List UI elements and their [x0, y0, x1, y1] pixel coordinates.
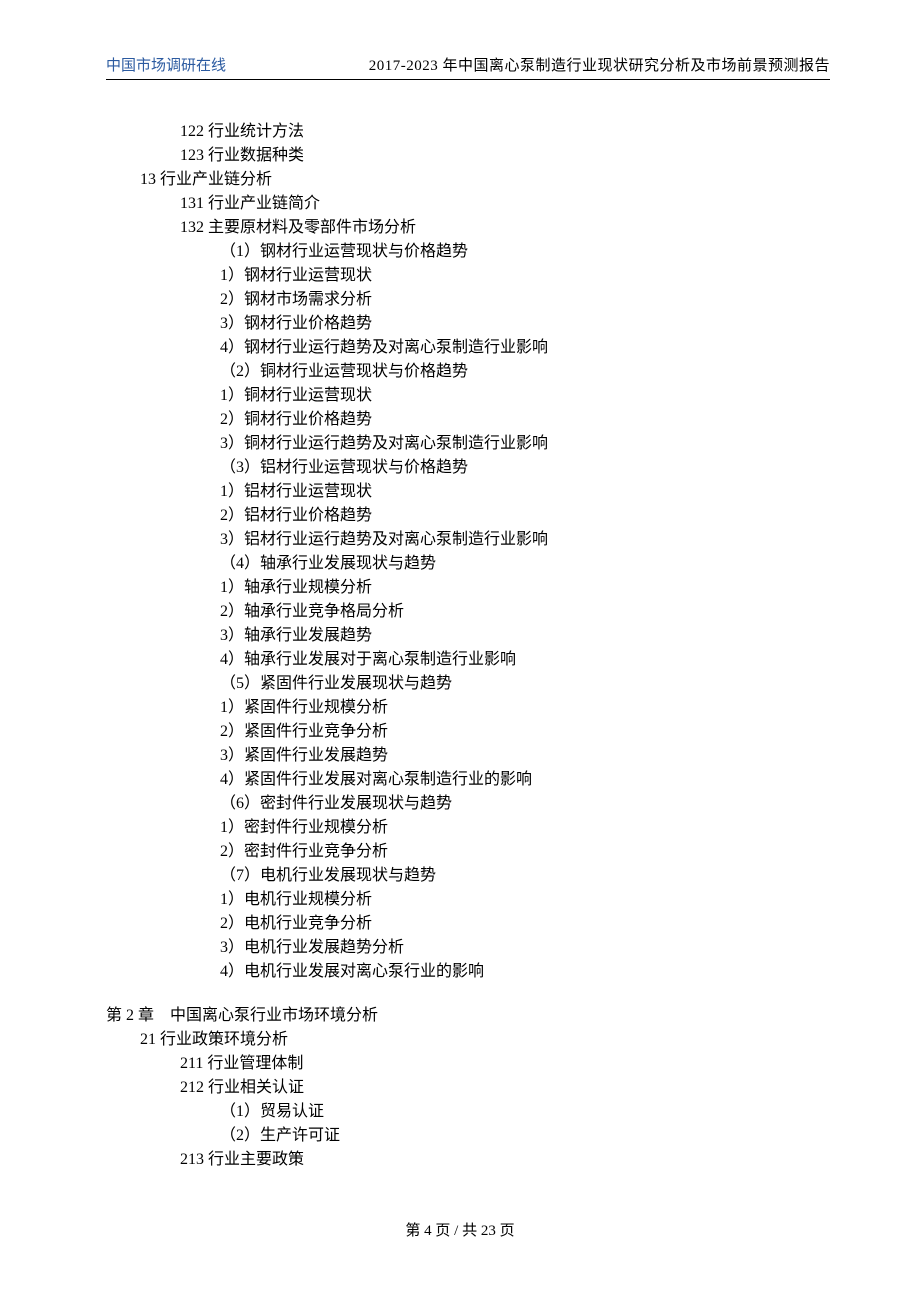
toc-line: （6）密封件行业发展现状与趋势 [106, 792, 830, 816]
toc-line: 2）铝材行业价格趋势 [106, 504, 830, 528]
table-of-contents: 122 行业统计方法123 行业数据种类13 行业产业链分析131 行业产业链简… [106, 120, 830, 1172]
toc-line: 131 行业产业链简介 [106, 192, 830, 216]
page-header: 中国市场调研在线 2017-2023 年中国离心泵制造行业现状研究分析及市场前景… [106, 54, 830, 80]
toc-line: 3）铜材行业运行趋势及对离心泵制造行业影响 [106, 432, 830, 456]
toc-line: 4）钢材行业运行趋势及对离心泵制造行业影响 [106, 336, 830, 360]
toc-line: 1）钢材行业运营现状 [106, 264, 830, 288]
toc-line: （1）钢材行业运营现状与价格趋势 [106, 240, 830, 264]
toc-line: 4）电机行业发展对离心泵行业的影响 [106, 960, 830, 984]
toc-line: 21 行业政策环境分析 [106, 1028, 830, 1052]
toc-line: 1）铜材行业运营现状 [106, 384, 830, 408]
toc-line: 2）钢材市场需求分析 [106, 288, 830, 312]
toc-line: 213 行业主要政策 [106, 1148, 830, 1172]
header-title: 2017-2023 年中国离心泵制造行业现状研究分析及市场前景预测报告 [369, 54, 830, 75]
toc-line: 第 2 章 中国离心泵行业市场环境分析 [106, 1004, 830, 1028]
toc-line: 1）紧固件行业规模分析 [106, 696, 830, 720]
toc-line: 13 行业产业链分析 [106, 168, 830, 192]
toc-line: （1）贸易认证 [106, 1100, 830, 1124]
toc-line: 3）轴承行业发展趋势 [106, 624, 830, 648]
toc-line: 3）钢材行业价格趋势 [106, 312, 830, 336]
toc-line: 2）紧固件行业竞争分析 [106, 720, 830, 744]
toc-line: 4）紧固件行业发展对离心泵制造行业的影响 [106, 768, 830, 792]
toc-line: 3）紧固件行业发展趋势 [106, 744, 830, 768]
page-number: 第 4 页 / 共 23 页 [405, 1223, 514, 1239]
header-source: 中国市场调研在线 [106, 54, 226, 75]
toc-line: 1）电机行业规模分析 [106, 888, 830, 912]
toc-line: 132 主要原材料及零部件市场分析 [106, 216, 830, 240]
toc-line: （2）生产许可证 [106, 1124, 830, 1148]
toc-line: 2）铜材行业价格趋势 [106, 408, 830, 432]
toc-line: 2）密封件行业竞争分析 [106, 840, 830, 864]
toc-line: 1）轴承行业规模分析 [106, 576, 830, 600]
toc-line: 212 行业相关认证 [106, 1076, 830, 1100]
toc-line: 3）铝材行业运行趋势及对离心泵制造行业影响 [106, 528, 830, 552]
toc-line: 1）铝材行业运营现状 [106, 480, 830, 504]
toc-line: （2）铜材行业运营现状与价格趋势 [106, 360, 830, 384]
toc-line: 123 行业数据种类 [106, 144, 830, 168]
toc-line: 4）轴承行业发展对于离心泵制造行业影响 [106, 648, 830, 672]
toc-line: （4）轴承行业发展现状与趋势 [106, 552, 830, 576]
toc-line: （3）铝材行业运营现状与价格趋势 [106, 456, 830, 480]
toc-line: 3）电机行业发展趋势分析 [106, 936, 830, 960]
toc-line: 2）电机行业竞争分析 [106, 912, 830, 936]
page-footer: 第 4 页 / 共 23 页 [0, 1219, 920, 1240]
toc-line: 211 行业管理体制 [106, 1052, 830, 1076]
toc-line: 2）轴承行业竞争格局分析 [106, 600, 830, 624]
toc-line: （7）电机行业发展现状与趋势 [106, 864, 830, 888]
toc-line: 122 行业统计方法 [106, 120, 830, 144]
toc-line: （5）紧固件行业发展现状与趋势 [106, 672, 830, 696]
toc-line: 1）密封件行业规模分析 [106, 816, 830, 840]
